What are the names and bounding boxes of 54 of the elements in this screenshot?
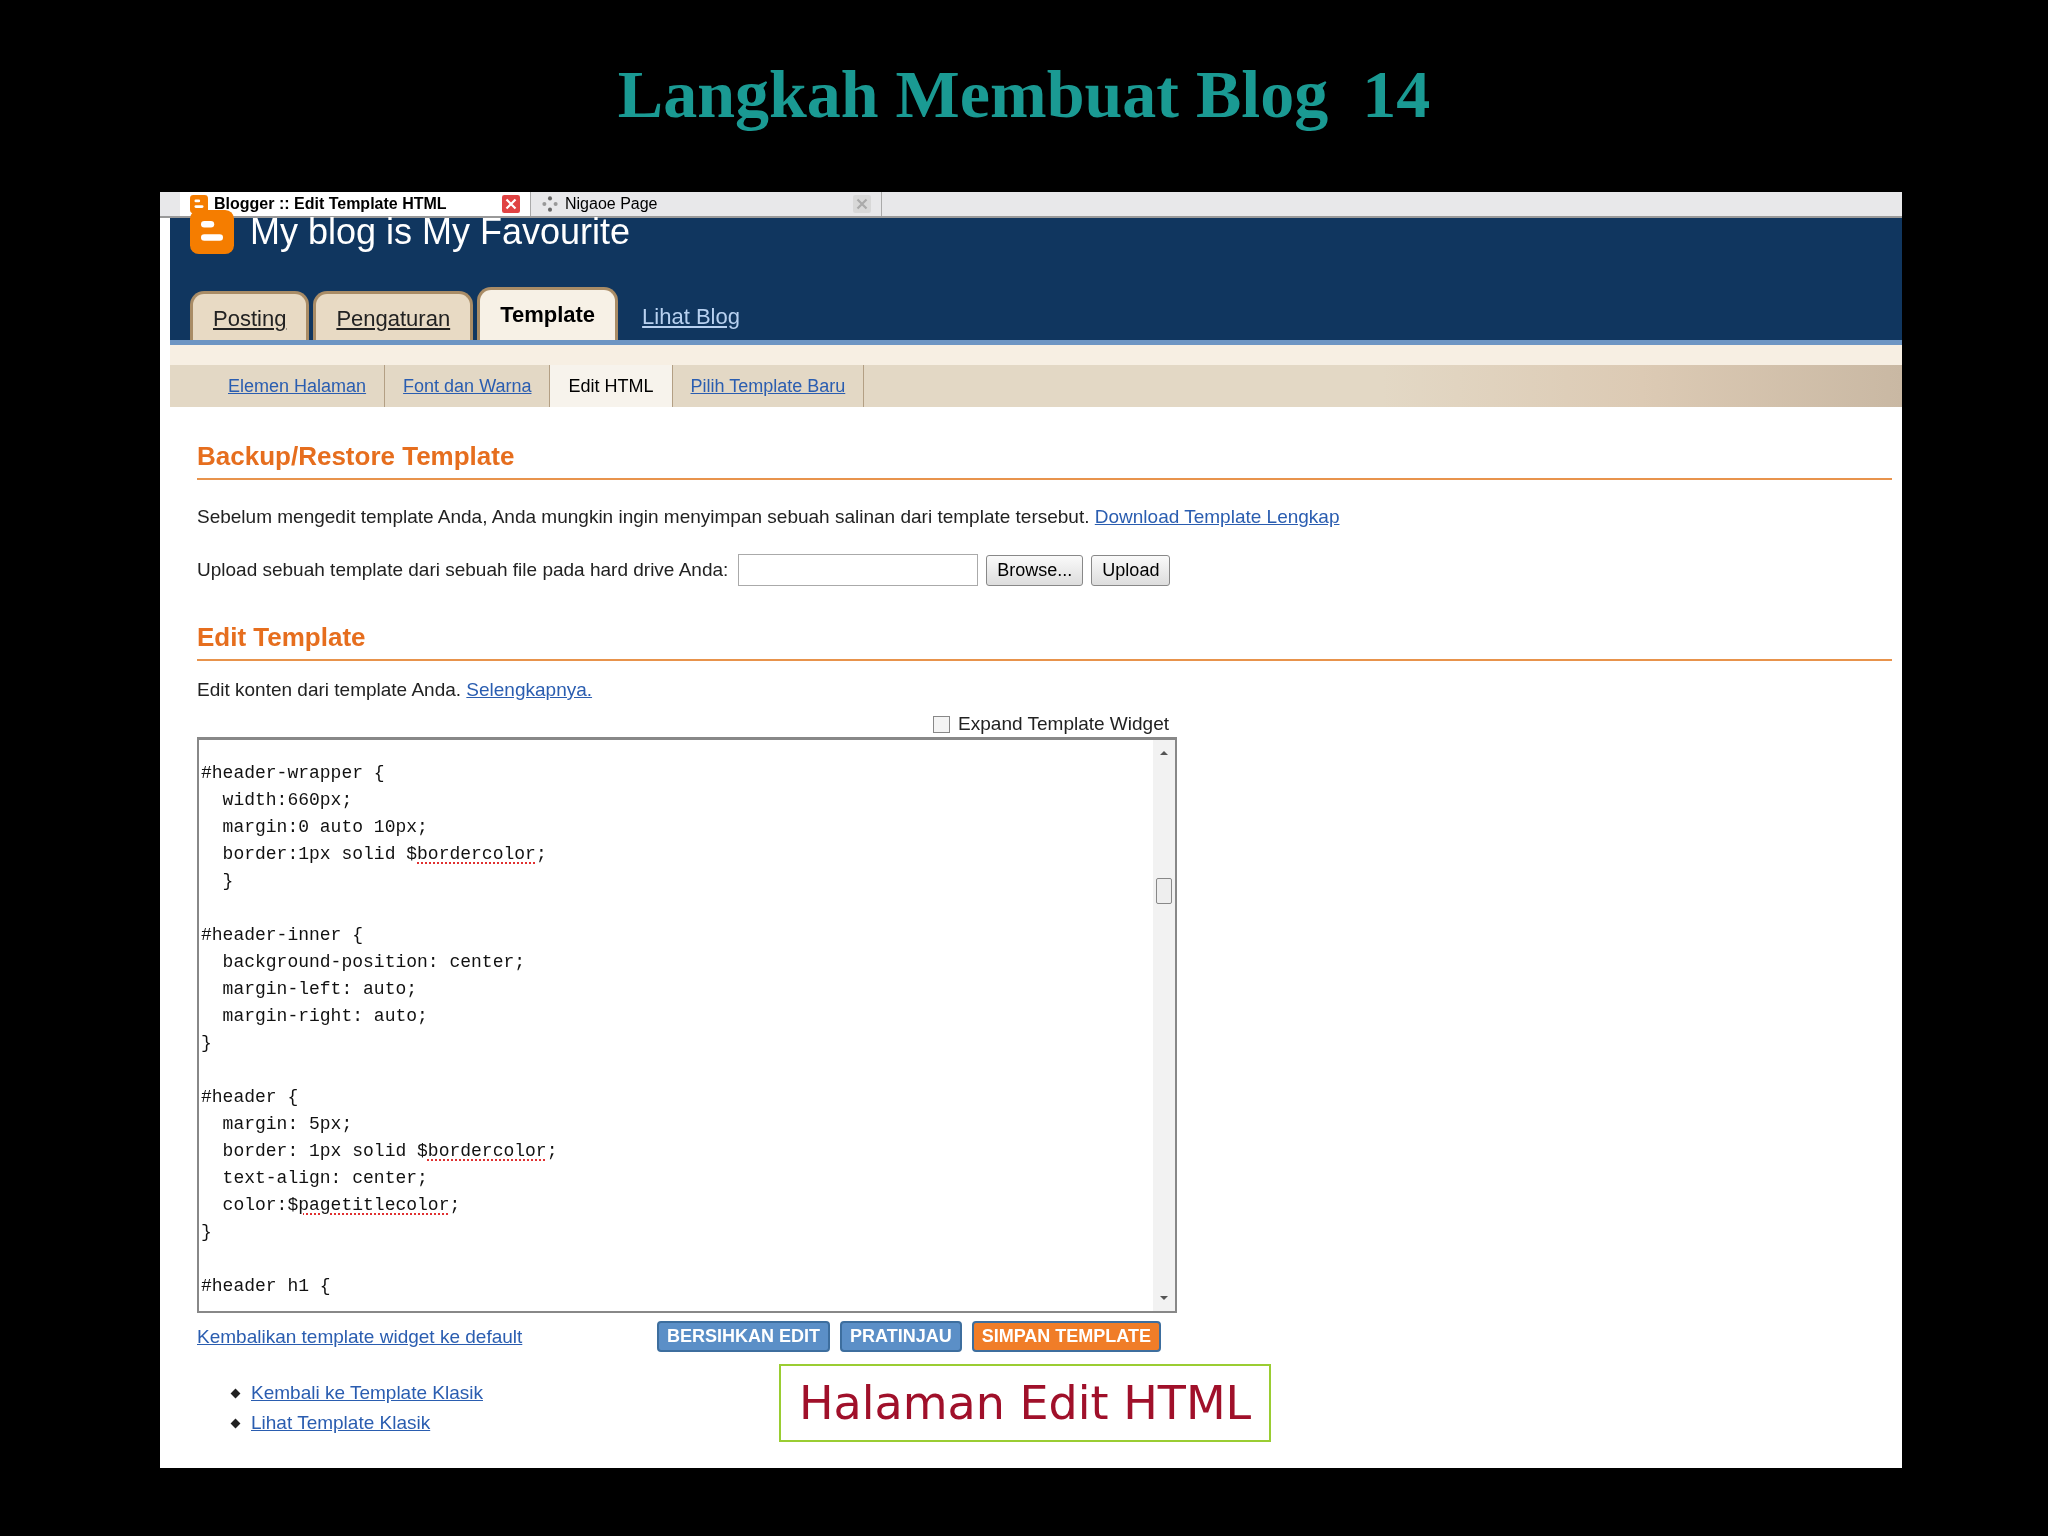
code-line: } bbox=[201, 1032, 212, 1055]
sub-tab[interactable]: Edit HTML bbox=[550, 365, 673, 407]
caption-box: Halaman Edit HTML bbox=[779, 1364, 1272, 1442]
code-line: width:660px; bbox=[221, 789, 353, 812]
code-line: margin:0 auto 10px; bbox=[221, 816, 428, 839]
file-field[interactable] bbox=[738, 554, 979, 586]
code-line: text-align: center; bbox=[221, 1167, 428, 1190]
browser-tab[interactable]: Blogger :: Edit Template HTML bbox=[180, 192, 531, 216]
code-line: #header h1 { bbox=[201, 1275, 331, 1298]
bullet-icon bbox=[230, 1418, 241, 1428]
scroll-up-icon[interactable] bbox=[1159, 748, 1169, 758]
nav-tab[interactable]: Posting bbox=[190, 291, 310, 340]
scroll-down-icon[interactable] bbox=[1159, 1293, 1169, 1303]
code-line: border:1px solid $bordercolor; bbox=[221, 843, 547, 866]
checkbox[interactable] bbox=[933, 715, 951, 733]
code-line: color:$pagetitlecolor; bbox=[221, 1194, 461, 1217]
view-blog-link[interactable]: Lihat Blog bbox=[622, 304, 760, 340]
code-line: border: 1px solid $bordercolor; bbox=[221, 1140, 558, 1163]
nav-tab[interactable]: Template bbox=[477, 287, 619, 340]
reset-link[interactable]: Kembalikan template widget ke default bbox=[197, 1325, 523, 1348]
browse-button[interactable]: Browse... bbox=[986, 554, 1084, 586]
section-heading: Backup/Restore Template bbox=[197, 441, 1892, 480]
section-heading: Edit Template bbox=[197, 622, 1892, 661]
template-link[interactable]: Kembali ke Template Klasik bbox=[251, 1382, 483, 1404]
upload-label: Upload sebuah template dari sebuah file pada hard drive Anda: bbox=[197, 559, 729, 581]
code-line: margin: 5px; bbox=[221, 1113, 353, 1136]
action-button[interactable]: BERSIHKAN EDIT bbox=[656, 1321, 830, 1352]
code-line: } bbox=[221, 870, 234, 893]
action-button[interactable]: PRATINJAU bbox=[840, 1321, 962, 1352]
more-link[interactable]: Selengkapnya. bbox=[466, 679, 593, 700]
sub-tab[interactable]: Elemen Halaman bbox=[210, 365, 386, 407]
upload-button[interactable]: Upload bbox=[1091, 554, 1171, 586]
code-editor[interactable] bbox=[197, 737, 1177, 1313]
code-line: #header-inner { bbox=[201, 924, 364, 947]
slide-title: Langkah Membuat Blog 14 bbox=[617, 55, 1431, 134]
scroll-thumb[interactable] bbox=[1156, 878, 1172, 904]
nav-tab[interactable]: Pengaturan bbox=[313, 291, 474, 340]
browser-tab[interactable]: Nigaoe Page bbox=[531, 192, 882, 216]
loading-icon bbox=[541, 195, 559, 213]
close-icon[interactable] bbox=[502, 195, 520, 213]
template-link[interactable]: Lihat Template Klasik bbox=[251, 1412, 431, 1434]
download-link[interactable]: Download Template Lengkap bbox=[1094, 506, 1340, 527]
bullet-icon bbox=[230, 1388, 241, 1398]
code-line: margin-right: auto; bbox=[221, 1005, 428, 1028]
description-text: Sebelum mengedit template Anda, Anda mungkin ingin menyimpan sebuah salinan dari template tersebut. bbox=[197, 506, 1090, 527]
checkbox-label: Expand Template Widget bbox=[958, 713, 1169, 735]
sub-tab[interactable]: Pilih Template Baru bbox=[672, 365, 865, 407]
code-line: #header-wrapper { bbox=[201, 762, 385, 785]
description-text: Edit konten dari template Anda. bbox=[197, 679, 462, 700]
code-line: } bbox=[201, 1221, 212, 1244]
code-line: margin-left: auto; bbox=[221, 978, 418, 1001]
code-line: #header { bbox=[201, 1086, 299, 1109]
code-line: background-position: center; bbox=[221, 951, 526, 974]
scrollbar[interactable] bbox=[1153, 740, 1175, 1311]
